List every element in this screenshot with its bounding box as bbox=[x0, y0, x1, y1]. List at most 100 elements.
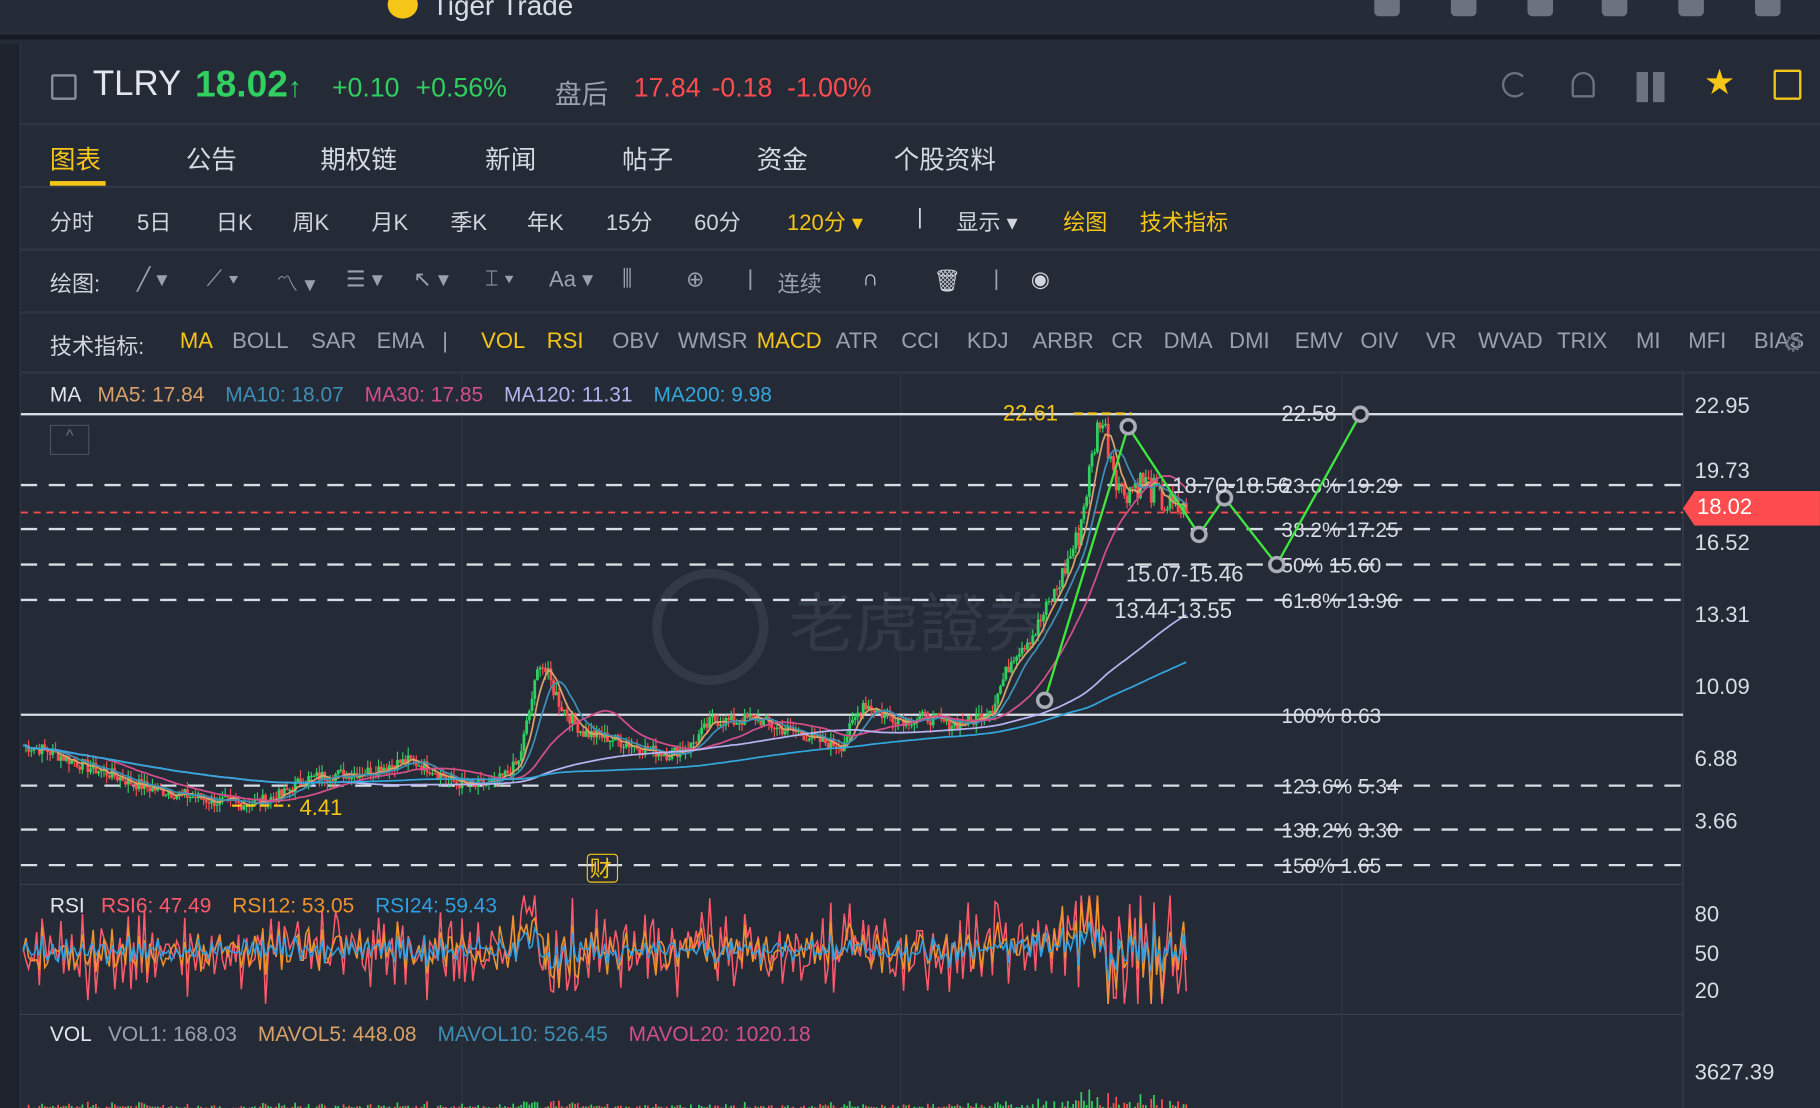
trash-icon[interactable]: 🗑 bbox=[933, 267, 961, 295]
period-5[interactable]: 季K bbox=[450, 205, 487, 236]
indicator-bar: 技术指标: MA BOLL SAR EMA | VOL RSI OBV WMSR MACD ATR CC… bbox=[20, 313, 1820, 374]
candle-body bbox=[207, 802, 211, 804]
period-3[interactable]: 周K bbox=[292, 205, 329, 236]
price-axis-label: 6.88 bbox=[1694, 747, 1738, 772]
period-7[interactable]: 15分 bbox=[606, 205, 653, 236]
indicator-boll[interactable]: BOLL bbox=[232, 330, 288, 356]
indicator-vol[interactable]: VOL bbox=[481, 330, 525, 356]
period-6[interactable]: 年K bbox=[527, 205, 564, 236]
rsi_legend-title: RSI bbox=[49, 893, 85, 917]
indicator-oiv[interactable]: OIV bbox=[1360, 330, 1398, 356]
text-tool-icon[interactable]: Aa ▾ bbox=[549, 267, 593, 294]
indicator-mfi[interactable]: MFI bbox=[1688, 330, 1726, 356]
candle-body bbox=[1096, 422, 1099, 453]
arrow-tool-icon[interactable]: ↖ ▾ bbox=[413, 267, 449, 294]
after-hours-label: 盘后 bbox=[554, 78, 609, 110]
indicator-trix[interactable]: TRIX bbox=[1557, 330, 1607, 356]
indicator-ma[interactable]: MA bbox=[180, 330, 213, 356]
indicator-mi[interactable]: MI bbox=[1636, 330, 1661, 356]
indicator-kdj[interactable]: KDJ bbox=[967, 330, 1009, 356]
display-menu[interactable]: 显示 ▾ bbox=[956, 205, 1017, 236]
candle-body bbox=[552, 680, 555, 696]
indicators-button[interactable]: 技术指标 bbox=[1140, 205, 1228, 236]
indicator-arbr[interactable]: ARBR bbox=[1032, 330, 1093, 356]
collapse-button[interactable]: ^ bbox=[49, 424, 90, 455]
candle-body bbox=[428, 772, 432, 774]
indicator-sar[interactable]: SAR bbox=[311, 330, 356, 356]
tab-0[interactable]: 图表 bbox=[50, 139, 101, 176]
candle-body bbox=[700, 727, 704, 735]
candle-body bbox=[1034, 635, 1037, 637]
candle-body bbox=[929, 722, 932, 726]
candle-tool-icon[interactable]: ⫼ bbox=[622, 267, 632, 293]
zoom-in-icon[interactable]: ⊕ bbox=[686, 267, 704, 294]
fib-tool-icon[interactable]: ☰ ▾ bbox=[346, 267, 383, 294]
rsi_legend-item: RSI24: 59.43 bbox=[375, 893, 498, 917]
polyline-tool-icon[interactable]: ⟋ ▾ bbox=[207, 267, 239, 293]
indicator-rsi[interactable]: RSI bbox=[547, 330, 584, 356]
indicator-wvad[interactable]: WVAD bbox=[1478, 330, 1543, 356]
title-bar: Tiger Trade bbox=[0, 0, 1820, 40]
candle-body bbox=[673, 747, 677, 751]
candle-body bbox=[861, 703, 865, 714]
eye-icon[interactable]: ◉ bbox=[1031, 267, 1050, 294]
indicator-cci[interactable]: CCI bbox=[901, 330, 939, 356]
settings-icon[interactable] bbox=[1754, 0, 1781, 17]
period-2[interactable]: 日K bbox=[216, 205, 253, 236]
candle-body bbox=[204, 799, 208, 803]
gift-icon[interactable] bbox=[1374, 0, 1400, 17]
indicator-vr[interactable]: VR bbox=[1426, 330, 1457, 356]
tab-3[interactable]: 新闻 bbox=[485, 139, 536, 176]
period-0[interactable]: 分时 bbox=[50, 205, 94, 236]
sidebar-toggle-icon[interactable] bbox=[51, 74, 77, 100]
favorite-star-icon[interactable]: ★ bbox=[1704, 63, 1735, 104]
tab-1[interactable]: 公告 bbox=[186, 139, 237, 176]
wave-tool-icon[interactable]: 〽 ▾ bbox=[276, 267, 315, 298]
bell-icon[interactable] bbox=[1571, 71, 1595, 98]
headset-icon[interactable] bbox=[1601, 0, 1628, 17]
zone-label: 15.07-15.46 bbox=[1126, 561, 1244, 586]
tab-6[interactable]: 个股资料 bbox=[894, 139, 996, 176]
period-1[interactable]: 5日 bbox=[137, 205, 171, 236]
vol_legend-title: VOL bbox=[49, 1022, 92, 1046]
tab-5[interactable]: 资金 bbox=[757, 139, 808, 176]
candle-body bbox=[280, 789, 284, 796]
indicator-dmi[interactable]: DMI bbox=[1229, 330, 1269, 356]
period-4[interactable]: 月K bbox=[371, 205, 408, 236]
mail-icon[interactable] bbox=[1678, 0, 1704, 17]
message-icon[interactable] bbox=[1527, 0, 1554, 17]
candle-body bbox=[1093, 452, 1097, 454]
indicator-atr[interactable]: ATR bbox=[836, 330, 878, 356]
indicator-obv[interactable]: OBV bbox=[612, 330, 659, 356]
grid-icon[interactable] bbox=[1636, 71, 1667, 103]
symbol: TLRY bbox=[92, 64, 182, 104]
draw-button[interactable]: 绘图 bbox=[1063, 205, 1107, 236]
price-axis-label: 16.52 bbox=[1694, 531, 1750, 556]
candle-body bbox=[840, 748, 844, 752]
ma_legend-item: MA120: 11.31 bbox=[503, 383, 633, 407]
indicator-macd[interactable]: MACD bbox=[757, 330, 822, 356]
continuous-draw-button[interactable]: 连续 bbox=[778, 267, 822, 298]
indicator-emv[interactable]: EMV bbox=[1295, 330, 1343, 356]
candle-body bbox=[460, 778, 464, 789]
kline-chart[interactable]: 老虎證券23.6% 19.2938.2% 17.2550% 15.6061.8%… bbox=[0, 373, 1820, 1108]
indicator-cr[interactable]: CR bbox=[1111, 330, 1143, 356]
wave-handle bbox=[1035, 691, 1054, 710]
tab-2[interactable]: 期权链 bbox=[320, 139, 397, 176]
tab-4[interactable]: 帖子 bbox=[622, 139, 673, 176]
indicator-settings-icon[interactable]: ⚙ bbox=[1783, 330, 1804, 359]
measure-tool-icon[interactable]: ⌶ ▾ bbox=[485, 267, 514, 293]
panel-toggle-icon[interactable] bbox=[1773, 69, 1802, 100]
period-9[interactable]: 120分 ▾ bbox=[787, 205, 863, 236]
refresh-icon[interactable] bbox=[1501, 71, 1528, 98]
magnet-icon[interactable]: ∩ bbox=[862, 267, 878, 293]
indicator-ema[interactable]: EMA bbox=[377, 330, 425, 356]
indicator-dma[interactable]: DMA bbox=[1164, 330, 1213, 356]
period-8[interactable]: 60分 bbox=[694, 205, 741, 236]
line-tool-icon[interactable]: ╱ ▾ bbox=[137, 267, 167, 294]
candle-body bbox=[299, 778, 302, 785]
candle-body bbox=[1130, 487, 1134, 489]
candle-body bbox=[727, 717, 730, 721]
bell-icon[interactable] bbox=[1450, 0, 1477, 17]
indicator-wmsr[interactable]: WMSR bbox=[678, 330, 748, 356]
